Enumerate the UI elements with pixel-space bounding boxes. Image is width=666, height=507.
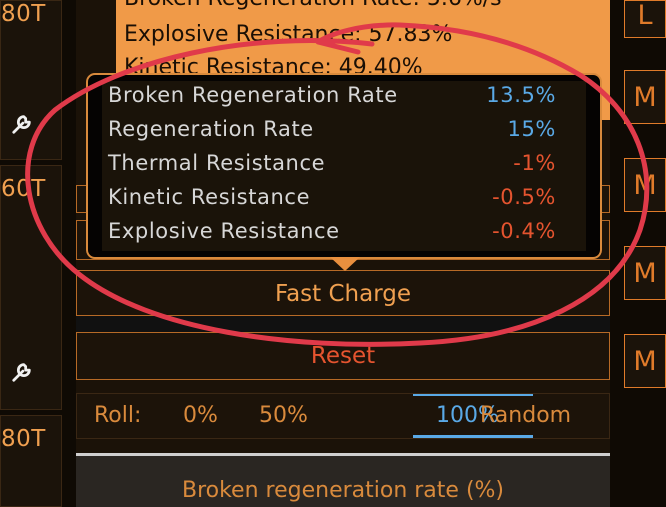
tooltip-row: Kinetic Resistance -0.5% bbox=[108, 183, 580, 217]
module-slot-card[interactable]: 80T bbox=[0, 415, 62, 507]
wrench-icon bbox=[12, 363, 31, 382]
roll-option-random[interactable]: Random bbox=[480, 403, 571, 428]
slot-size-button[interactable]: M bbox=[624, 334, 666, 388]
module-mass: 80T bbox=[1, 1, 46, 27]
roll-label: Roll: bbox=[94, 403, 142, 428]
effect-section-header: Broken regeneration rate (%) bbox=[76, 453, 610, 507]
wrench-icon bbox=[12, 115, 31, 134]
module-slot-card[interactable]: 80T bbox=[0, 0, 62, 160]
stat-name: Regeneration Rate bbox=[108, 117, 314, 141]
slot-size-button[interactable]: M bbox=[624, 158, 666, 212]
stat-value: -1% bbox=[513, 151, 556, 175]
tooltip-row: Thermal Resistance -1% bbox=[108, 149, 580, 183]
roll-option-0[interactable]: 0% bbox=[183, 403, 218, 428]
tooltip-row: Explosive Resistance -0.4% bbox=[108, 217, 580, 251]
stat-value: 15% bbox=[507, 117, 556, 141]
stat-name: Kinetic Resistance bbox=[108, 185, 311, 209]
stat-value: -0.5% bbox=[492, 185, 556, 209]
stat-value: -0.4% bbox=[492, 219, 556, 243]
reset-button[interactable]: Reset bbox=[76, 332, 610, 380]
slot-size-button[interactable]: M bbox=[624, 70, 666, 124]
selected-underline bbox=[413, 435, 533, 438]
stat-value: 13.5% bbox=[486, 83, 556, 107]
module-mass: 80T bbox=[1, 426, 46, 452]
stat-name: Thermal Resistance bbox=[108, 151, 326, 175]
tooltip-body: Broken Regeneration Rate 13.5% Regenerat… bbox=[102, 81, 586, 251]
modification-tooltip: Broken Regeneration Rate 13.5% Regenerat… bbox=[86, 73, 602, 259]
module-mass: 60T bbox=[1, 176, 46, 202]
slot-size-button[interactable]: L bbox=[624, 0, 666, 38]
section-title: Broken regeneration rate (%) bbox=[181, 478, 505, 503]
fast-charge-button[interactable]: Fast Charge bbox=[76, 270, 610, 316]
selected-indicator bbox=[413, 394, 533, 396]
tooltip-pointer-icon bbox=[330, 257, 360, 271]
roll-option-50[interactable]: 50% bbox=[259, 403, 308, 428]
stat-line: Broken Regeneration Rate: 5.6%/s bbox=[124, 0, 502, 11]
slot-size-button[interactable]: M bbox=[624, 246, 666, 300]
tooltip-row: Broken Regeneration Rate 13.5% bbox=[108, 81, 580, 115]
stat-name: Explosive Resistance bbox=[108, 219, 340, 243]
stat-name: Broken Regeneration Rate bbox=[108, 83, 398, 107]
tooltip-row: Regeneration Rate 15% bbox=[108, 115, 580, 149]
divider bbox=[76, 316, 610, 332]
stat-line: Explosive Resistance: 57.83% bbox=[124, 22, 453, 47]
roll-selector: Roll: 0% 50% 100% Random bbox=[76, 393, 610, 439]
module-slot-card[interactable]: 60T bbox=[0, 165, 62, 410]
